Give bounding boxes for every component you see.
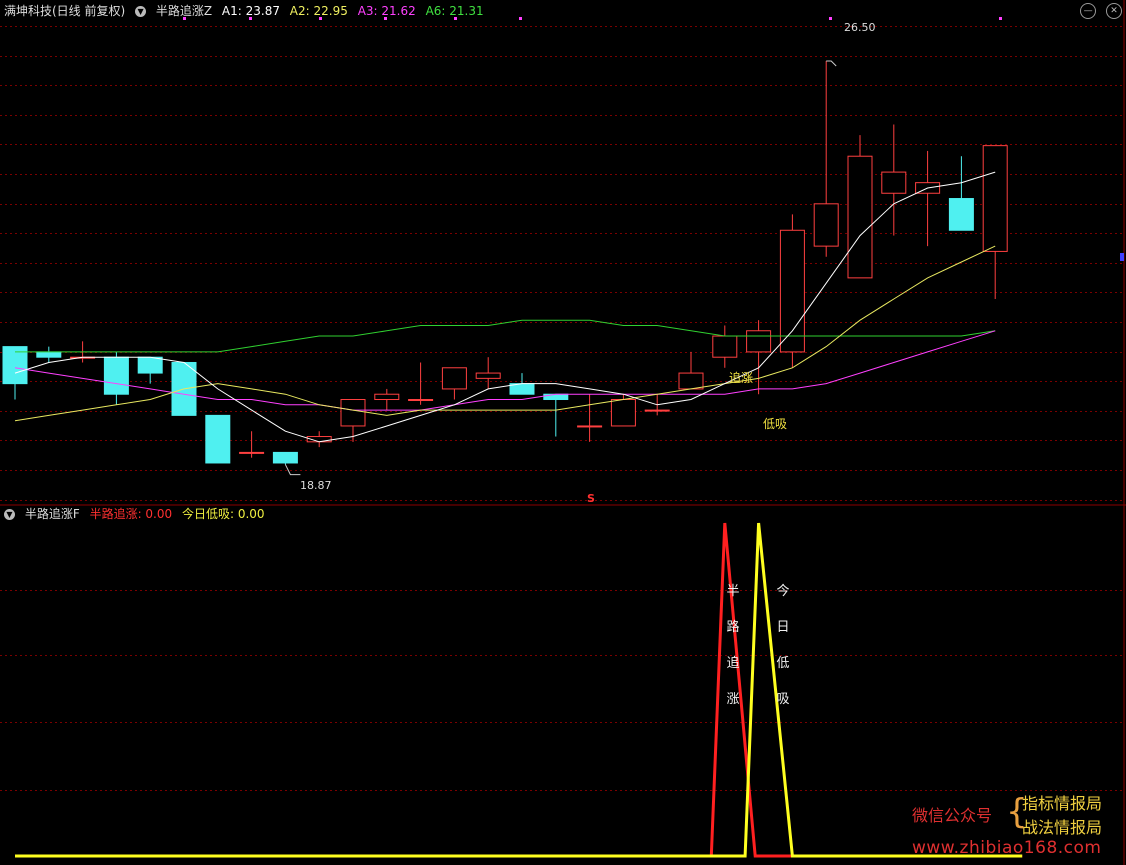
a1-value: A1: 23.87 <box>221 4 280 18</box>
vertical-label-char: 路 <box>726 619 739 635</box>
vertical-label-char: 吸 <box>776 692 789 707</box>
candle-body-up <box>678 372 704 390</box>
candle-body-up <box>982 145 1008 252</box>
candle-body-up <box>374 393 400 401</box>
candle-body-up <box>340 399 366 427</box>
candle-body-down <box>36 351 62 358</box>
ma-green-line <box>15 319 996 353</box>
indicator-name[interactable]: 半路追涨Z <box>156 4 212 18</box>
wechat-label: 微信公众号 <box>912 806 993 825</box>
right-edge-marker <box>1120 253 1124 261</box>
low-price-label: 18.87 <box>300 479 332 492</box>
top-marker-dot <box>519 17 522 20</box>
watermark-line1: 指标情报局 <box>1022 794 1103 813</box>
top-marker-dot <box>999 17 1002 20</box>
candle-body-up <box>644 409 670 412</box>
sub-header: ▼ 半路追涨F 半路追涨: 0.00 今日低吸: 0.00 <box>4 505 271 523</box>
close-icon[interactable]: ✕ <box>1106 3 1122 19</box>
signal-lines <box>15 522 1023 858</box>
window-buttons: — ✕ <box>1074 2 1122 19</box>
candle-body-down <box>137 356 163 374</box>
candle-body-up <box>408 399 434 402</box>
chart-canvas[interactable]: 26.50 18.87 追涨 低吸 S 半路追涨今日低吸 <box>0 0 1126 865</box>
candle-body-down <box>205 414 231 464</box>
chevron-down-icon[interactable]: ▼ <box>4 509 15 520</box>
candle-body-up <box>881 171 907 194</box>
vertical-label-char: 追 <box>726 655 739 671</box>
signal-line-1 <box>15 522 1023 858</box>
grid-lines <box>0 0 1126 865</box>
dixi-value: 今日低吸: 0.00 <box>181 507 265 521</box>
candle-body-up <box>712 335 738 358</box>
vertical-label-char: 涨 <box>726 692 739 707</box>
vertical-label-char: 低 <box>776 656 789 671</box>
vertical-label-char: 日 <box>776 620 789 635</box>
sub-indicator-name[interactable]: 半路追涨F <box>25 507 80 521</box>
main-header: 满坤科技(日线 前复权) ▼ 半路追涨Z A1: 23.87 A2: 22.95… <box>4 2 490 20</box>
candlestick-series <box>2 61 1008 465</box>
signal-line-2 <box>15 522 1023 858</box>
a2-value: A2: 22.95 <box>289 4 348 18</box>
a3-value: A3: 21.62 <box>357 4 416 18</box>
vertical-label-dixi: 今日低吸 <box>776 583 789 707</box>
candle-body-up <box>239 451 265 454</box>
watermark-site: www.zhibiao168.com <box>912 838 1102 858</box>
watermark: 微信公众号 { 指标情报局 战法情报局 www.zhibiao168.com <box>912 788 1122 862</box>
candle-body-up <box>610 399 636 427</box>
low-pointer <box>284 464 301 476</box>
candle-body-up <box>441 367 467 390</box>
candle-body-up <box>779 229 805 353</box>
watermark-line2: 战法情报局 <box>1022 818 1103 837</box>
zhuizhang-value: 半路追涨: 0.00 <box>89 507 173 521</box>
dixi-label: 低吸 <box>763 417 787 431</box>
annotations: 26.50 18.87 追涨 低吸 S 半路追涨今日低吸 <box>183 17 1124 707</box>
top-marker-dot <box>829 17 832 20</box>
candle-body-down <box>103 356 129 395</box>
candle-body-down <box>948 198 974 231</box>
chevron-down-icon[interactable]: ▼ <box>135 6 147 17</box>
candle-body-up <box>813 203 839 247</box>
candle-body-up <box>577 425 603 428</box>
high-price-label: 26.50 <box>844 21 876 34</box>
candle-body-up <box>847 155 873 279</box>
minimize-icon[interactable]: — <box>1080 3 1097 19</box>
candle-body-up <box>746 330 772 353</box>
candle-body-down <box>272 451 298 464</box>
candle-body-up <box>475 372 501 379</box>
stock-title: 满坤科技(日线 前复权) <box>4 4 126 18</box>
a6-value: A6: 21.31 <box>425 4 484 18</box>
vertical-label-char: 今 <box>776 583 789 599</box>
vertical-label-char: 半 <box>726 584 739 599</box>
s-marker: S <box>587 492 595 505</box>
high-pointer <box>826 60 837 67</box>
zhuizhang-label: 追涨 <box>729 370 753 385</box>
